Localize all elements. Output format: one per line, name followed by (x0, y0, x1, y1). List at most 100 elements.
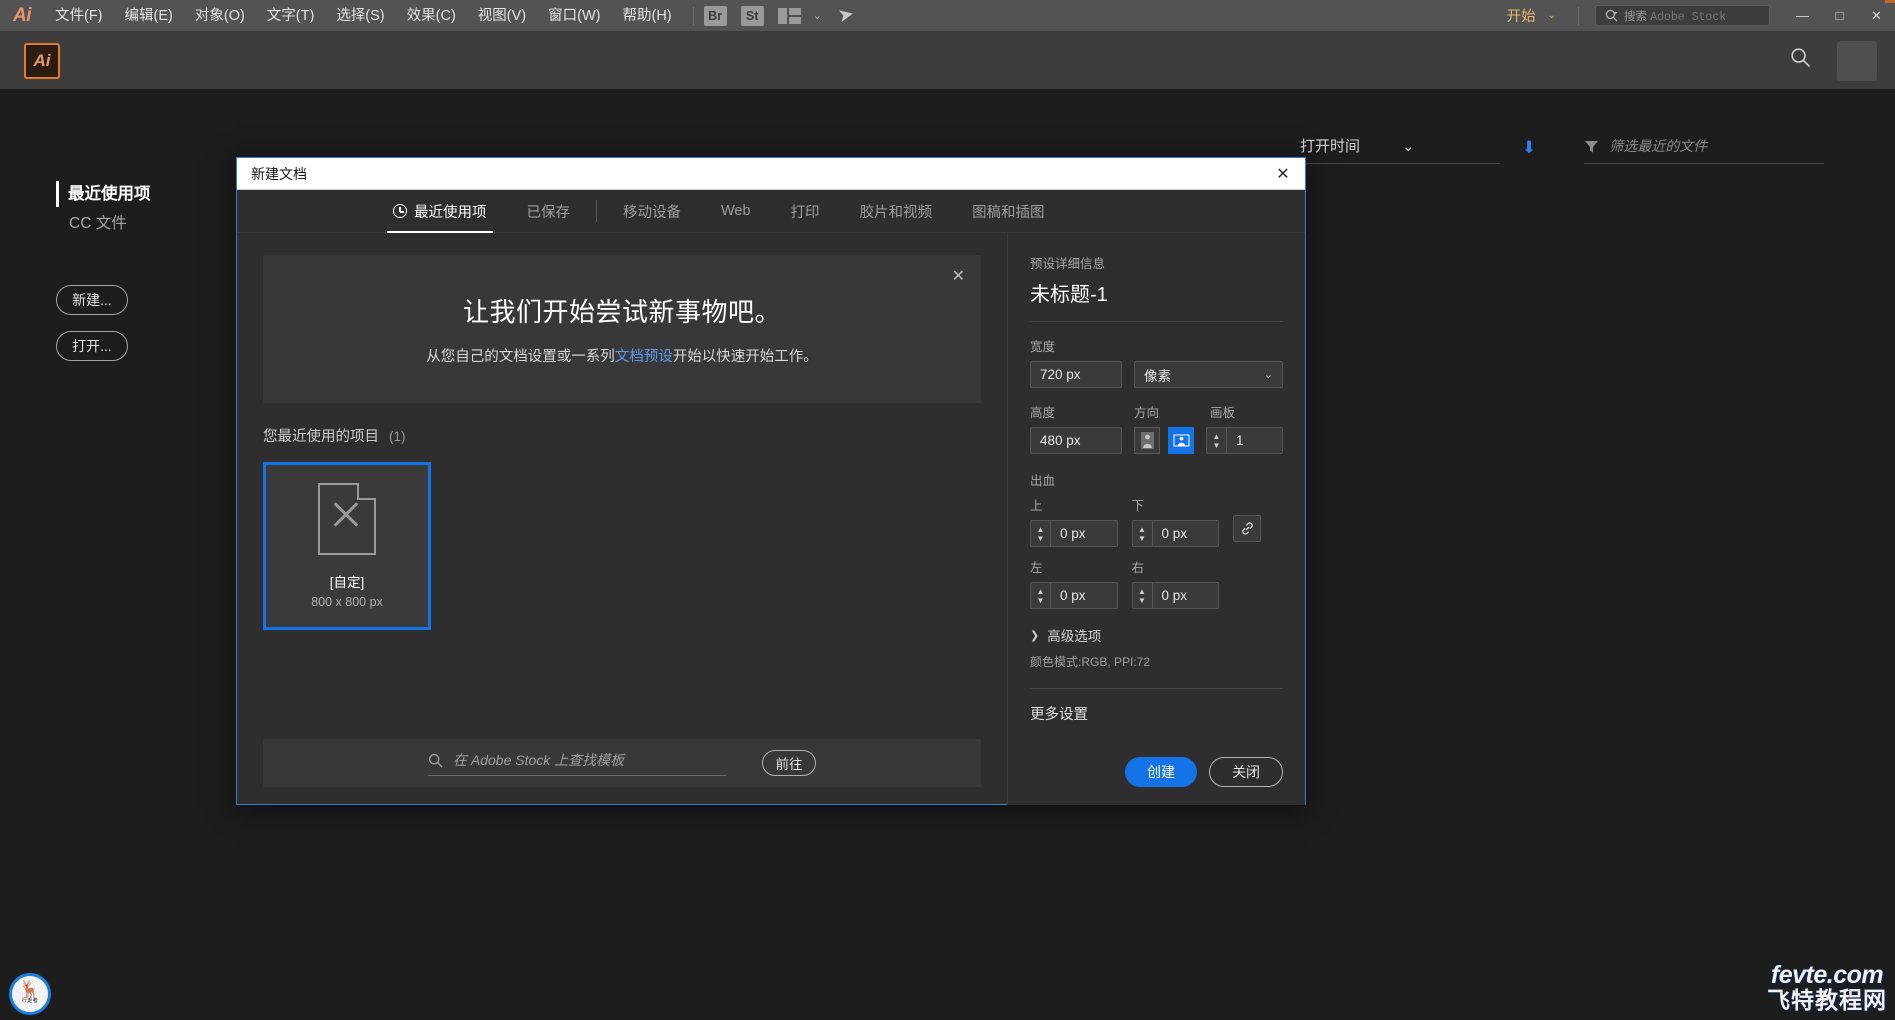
tab-art-illustration[interactable]: 图稿和插图 (952, 190, 1065, 233)
menu-divider (692, 6, 694, 25)
tab-recent[interactable]: 最近使用项 (373, 190, 507, 233)
minimize-button[interactable]: — (1784, 0, 1821, 32)
orientation-label: 方向 (1134, 406, 1160, 420)
stock-template-search-input[interactable]: 在 Adobe Stock 上查找模板 (428, 750, 726, 776)
menu-type[interactable]: 文字(T) (256, 0, 326, 32)
artboards-stepper[interactable]: ▲ ▼ 1 (1206, 427, 1283, 454)
rocket-icon[interactable]: ➤ (836, 3, 856, 29)
tab-saved[interactable]: 已保存 (507, 190, 591, 233)
stock-search-input[interactable]: 搜索 Adobe Stock (1595, 5, 1770, 26)
bleed-left-stepper[interactable]: ▲ ▼ 0 px (1030, 582, 1118, 609)
bleed-right-input[interactable]: 0 px (1151, 582, 1219, 609)
banner-close-icon[interactable]: ✕ (952, 266, 965, 286)
chevron-down-icon: ⌄ (1263, 369, 1273, 381)
tab-print[interactable]: 打印 (771, 190, 840, 233)
stepper-arrows-icon[interactable]: ▲ ▼ (1206, 427, 1226, 454)
stock-icon[interactable]: St (740, 5, 764, 26)
divider-2 (1030, 688, 1283, 689)
preset-details-label: 预设详细信息 (1030, 257, 1106, 271)
bleed-link-button[interactable] (1233, 514, 1261, 542)
recent-items-count: (1) (389, 429, 406, 444)
bleed-top-stepper[interactable]: ▲ ▼ 0 px (1030, 520, 1118, 547)
landscape-icon (1172, 434, 1190, 447)
menu-file[interactable]: 文件(F) (44, 0, 114, 32)
orientation-landscape-button[interactable] (1168, 427, 1194, 454)
new-document-button[interactable]: 新建... (56, 285, 128, 315)
bleed-bottom-group: 下 ▲ ▼ 0 px (1131, 495, 1219, 547)
tab-print-label: 打印 (790, 204, 820, 221)
menu-window[interactable]: 窗口(W) (537, 0, 611, 32)
tab-film-video[interactable]: 胶片和视频 (840, 190, 953, 233)
orientation-portrait-button[interactable] (1134, 427, 1160, 454)
menu-object[interactable]: 对象(O) (184, 0, 256, 32)
app-window: Ai 文件(F) 编辑(E) 对象(O) 文字(T) 选择(S) 效果(C) 视… (0, 0, 1895, 1020)
preset-name-input[interactable]: 未标题-1 (1030, 278, 1283, 307)
stock-template-placeholder: 在 Adobe Stock 上查找模板 (453, 752, 625, 768)
sort-dropdown[interactable]: 打开时间 ⌄ (1300, 135, 1500, 164)
bleed-top-input[interactable]: 0 px (1050, 520, 1118, 547)
home-sidebar: 最近使用项 CC 文件 新建... 打开... (0, 89, 250, 1020)
width-label: 宽度 (1030, 340, 1056, 354)
divider (1030, 321, 1283, 322)
sidebar-item-recent[interactable]: 最近使用项 (56, 181, 250, 207)
bleed-bottom-label: 下 (1131, 499, 1145, 513)
tab-web[interactable]: Web (701, 190, 771, 233)
close-button[interactable]: 关闭 (1209, 757, 1283, 787)
menu-edit[interactable]: 编辑(E) (114, 0, 184, 32)
height-input[interactable]: 480 px (1030, 427, 1122, 454)
menu-select[interactable]: 选择(S) (325, 0, 395, 32)
stepper-arrows-icon[interactable]: ▲ ▼ (1030, 582, 1050, 609)
sidebar-item-cc-files[interactable]: CC 文件 (56, 211, 250, 237)
bleed-bottom-input[interactable]: 0 px (1151, 520, 1219, 547)
bleed-right-stepper[interactable]: ▲ ▼ 0 px (1131, 582, 1219, 609)
create-button[interactable]: 创建 (1125, 757, 1197, 787)
recent-item-card[interactable]: [自定] 800 x 800 px (263, 462, 431, 630)
maximize-button[interactable]: □ (1821, 0, 1858, 32)
watermark: fevte.com 飞特教程网 (1767, 963, 1887, 1012)
chevron-down-icon[interactable]: ⌄ (813, 9, 822, 22)
search-icon (428, 753, 443, 767)
filter-placeholder: 筛选最近的文件 (1609, 138, 1708, 154)
more-settings-button[interactable]: 更多设置 (1030, 703, 1283, 724)
workspace-switcher[interactable]: 开始 (1497, 5, 1542, 26)
bridge-icon[interactable]: Br (703, 5, 727, 26)
dialog-main-pane: ✕ 让我们开始尝试新事物吧。 从您自己的文档设置或一系列文档预设开始以快速开始工… (237, 233, 1007, 805)
workspace-chevron-down-icon[interactable]: ⌄ (1542, 10, 1568, 21)
open-document-button[interactable]: 打开... (56, 331, 128, 361)
new-document-dialog: 新建文档 ✕ 最近使用项 已保存 移动设备 Web 打印 胶片和视频 图稿和插图… (236, 157, 1306, 805)
app-logo-icon: Ai (13, 4, 32, 26)
chevron-down-icon: ⌄ (1402, 137, 1415, 155)
close-window-button[interactable]: ✕ (1858, 0, 1895, 32)
advanced-options-toggle[interactable]: ❯ 高级选项 (1030, 625, 1283, 645)
bleed-left-input[interactable]: 0 px (1050, 582, 1118, 609)
artboards-input[interactable]: 1 (1226, 427, 1283, 454)
units-select[interactable]: 像素 ⌄ (1134, 361, 1283, 388)
deer-logo: 🦌 行走者 (9, 973, 51, 1015)
document-presets-link[interactable]: 文档预设 (615, 349, 673, 365)
portrait-icon (1140, 432, 1154, 449)
sort-direction-icon[interactable]: ⬇ (1522, 138, 1536, 158)
document-icon (318, 483, 376, 555)
stock-go-button[interactable]: 前往 (762, 750, 816, 776)
arrange-documents-icon[interactable] (777, 7, 801, 24)
dialog-body: ✕ 让我们开始尝试新事物吧。 从您自己的文档设置或一系列文档预设开始以快速开始工… (237, 233, 1305, 805)
stepper-arrows-icon[interactable]: ▲ ▼ (1131, 520, 1152, 547)
dialog-close-button[interactable]: ✕ (1261, 158, 1305, 190)
sort-label: 打开时间 (1300, 138, 1361, 155)
menu-help[interactable]: 帮助(H) (611, 0, 682, 32)
avatar[interactable] (1837, 40, 1877, 81)
bleed-bottom-stepper[interactable]: ▲ ▼ 0 px (1131, 520, 1219, 547)
menu-view[interactable]: 视图(V) (467, 0, 537, 32)
home-search-icon[interactable] (1790, 47, 1811, 74)
promo-banner: ✕ 让我们开始尝试新事物吧。 从您自己的文档设置或一系列文档预设开始以快速开始工… (263, 255, 981, 403)
stepper-arrows-icon[interactable]: ▲ ▼ (1131, 582, 1152, 609)
menu-effect[interactable]: 效果(C) (396, 0, 467, 32)
tab-web-label: Web (721, 203, 751, 219)
stepper-arrows-icon[interactable]: ▲ ▼ (1030, 520, 1050, 547)
units-value: 像素 (1144, 368, 1171, 384)
filter-input[interactable]: 筛选最近的文件 (1584, 136, 1825, 164)
watermark-line-2: 飞特教程网 (1767, 987, 1887, 1013)
tab-mobile[interactable]: 移动设备 (603, 190, 701, 233)
filter-icon (1585, 140, 1599, 152)
width-input[interactable]: 720 px (1030, 361, 1122, 388)
